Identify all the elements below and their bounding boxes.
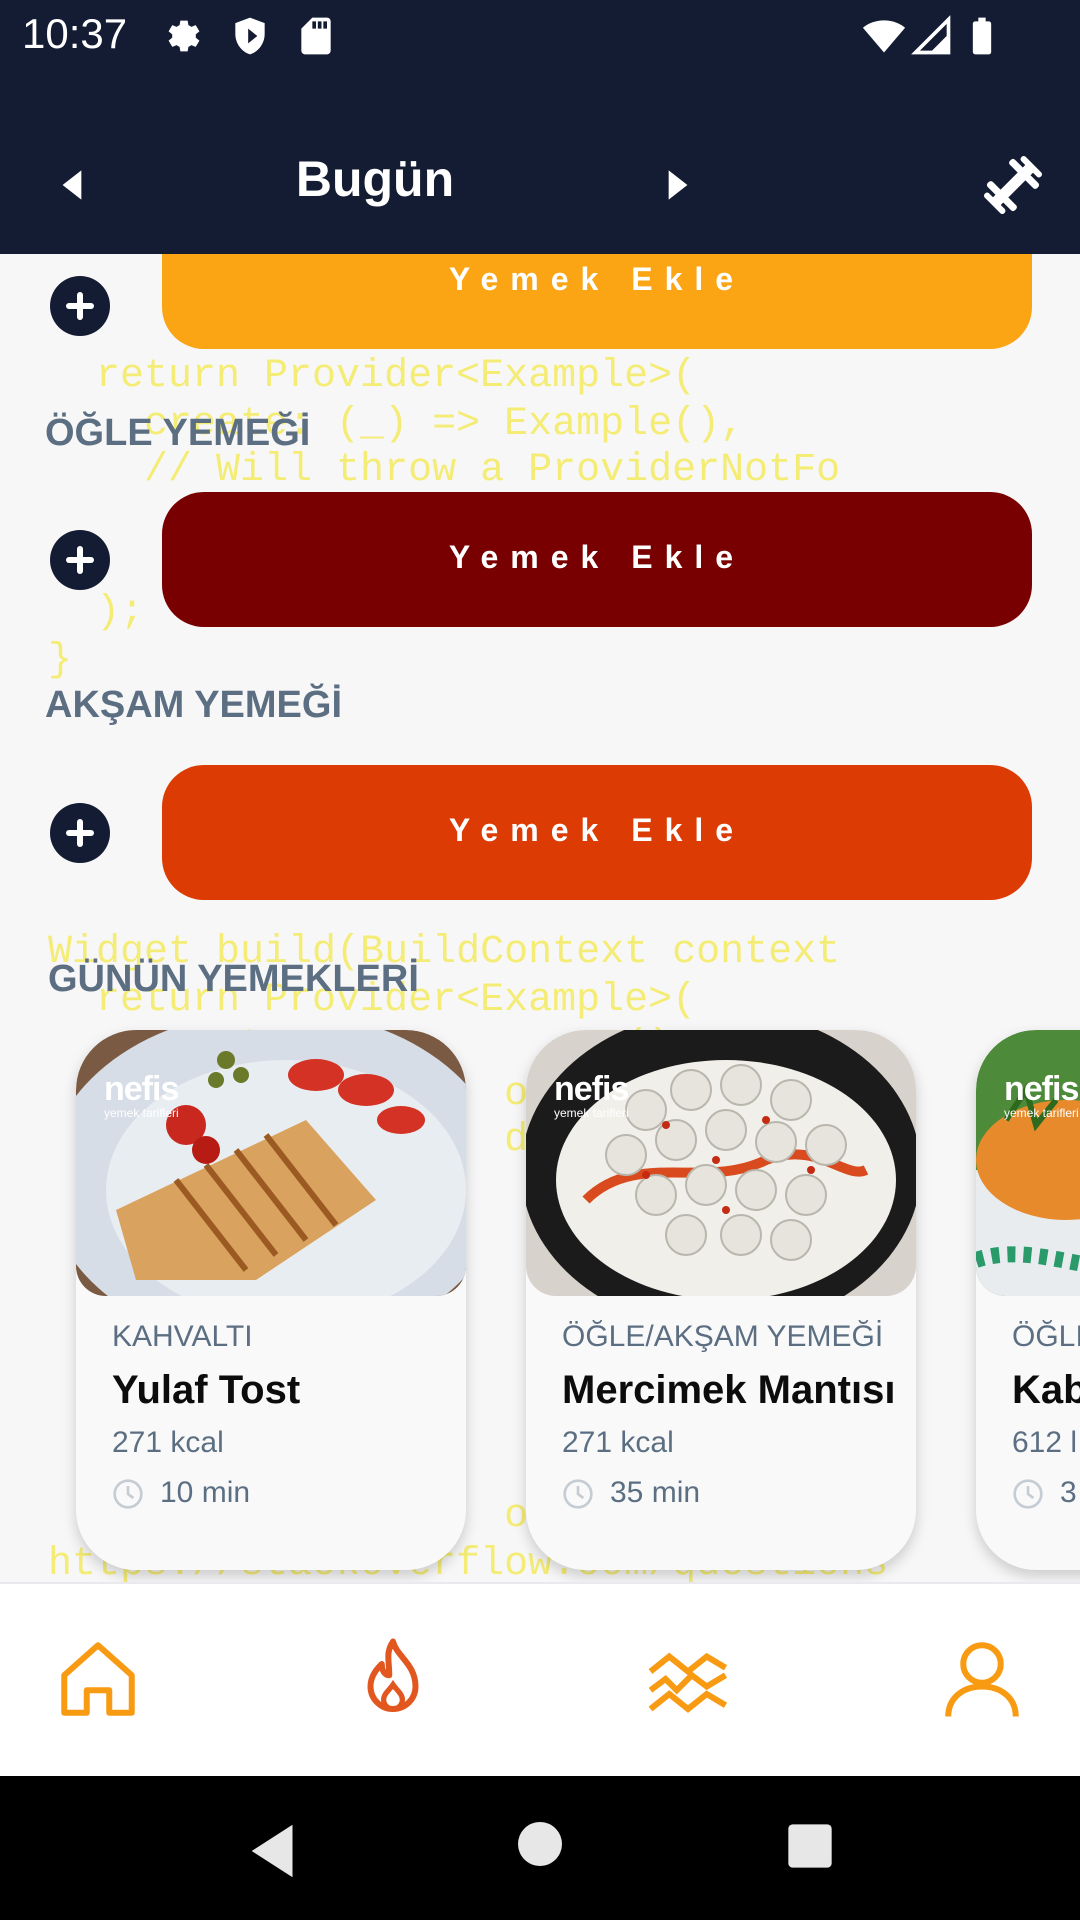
add-food-button[interactable]: Yemek Ekle [162,765,1032,900]
system-nav-bar [0,1776,1080,1920]
home-icon [61,1642,135,1716]
plus-icon[interactable] [50,530,110,590]
recipe-category: KAHVALTI [112,1320,253,1353]
recipe-calories: 612 l [1012,1426,1078,1459]
recipe-calories: 271 kcal [112,1426,224,1459]
app-bar: Bugün [0,72,1080,254]
nefis-logo: nefis yemek tarifleri [554,1070,629,1120]
add-food-button[interactable]: Yemek Ekle [162,254,1032,349]
page-title: Bugün [295,151,455,207]
plus-icon[interactable] [50,803,110,863]
recipe-calories: 271 kcal [562,1426,674,1459]
dumbbell-icon[interactable] [980,152,1046,218]
plus-icon[interactable] [50,276,110,336]
recipe-image: nefis yemek tarifleri [976,1030,1080,1296]
recipe-category: ÖĞLI [1012,1320,1080,1353]
recipe-image: nefis yemek tarifleri [526,1030,916,1296]
section-title-lunch: ÖĞLE YEMEĞİ [45,412,311,454]
recipe-image: nefis yemek tarifleri [76,1030,466,1296]
clock-icon [113,1479,143,1509]
back-icon[interactable] [240,1816,310,1886]
settings-icon [168,20,200,52]
meal-row-breakfast: Yemek Ekle [0,254,1080,349]
tab-home[interactable] [53,1634,143,1724]
flame-icon [367,1638,419,1712]
tab-progress[interactable] [643,1634,733,1724]
home-circle-icon[interactable] [516,1820,564,1868]
recipe-name: Kab [1012,1368,1080,1412]
chevron-left-icon[interactable] [48,160,98,210]
wifi-icon [862,20,906,53]
add-food-button[interactable]: Yemek Ekle [162,492,1032,627]
shield-icon [235,17,265,55]
recipe-card[interactable]: nefis yemek tarifleri KAHVALTI Yulaf Tos… [76,1030,466,1570]
tab-calories[interactable] [348,1634,438,1724]
code-line: return Provider<Example>( [0,354,697,399]
clock-icon [563,1479,593,1509]
sd-card-icon [301,17,331,55]
tab-profile[interactable] [937,1634,1027,1724]
chart-icon [648,1652,728,1713]
profile-icon [945,1642,1019,1717]
bottom-nav [0,1582,1080,1776]
clock-icon [1013,1479,1043,1509]
section-title-dinner: AKŞAM YEMEĞİ [45,684,343,726]
code-line: } [0,638,73,683]
meal-row-dinner: Yemek Ekle [0,765,1080,900]
battery-icon [972,17,992,55]
section-title-todays-meals: GÜNÜN YEMEKLERİ [48,958,419,1000]
recipe-card[interactable]: nefis yemek tarifleri ÖĞLE/AKŞAM YEMEĞİ … [526,1030,916,1570]
recipe-name: Mercimek Mantısı [562,1368,896,1412]
meal-row-lunch: Yemek Ekle [0,492,1080,627]
status-time: 10:37 [22,10,128,57]
recipe-name: Yulaf Tost [112,1368,301,1412]
nefis-logo: nefis yemek tarifleri [104,1070,179,1120]
recents-icon[interactable] [784,1820,836,1872]
recipe-card[interactable]: nefis yemek tarifleri ÖĞLI Kab 612 l 3 [976,1030,1080,1570]
cell-signal-icon [911,15,951,55]
chevron-right-icon[interactable] [652,160,702,210]
status-bar: 10:37 [0,0,1080,72]
meal-list[interactable]: xt return Provider<Example>( create: (_)… [0,254,1080,1582]
recipe-category: ÖĞLE/AKŞAM YEMEĞİ [562,1320,884,1353]
nefis-logo: nefis yemek tarifleri [1004,1070,1079,1120]
